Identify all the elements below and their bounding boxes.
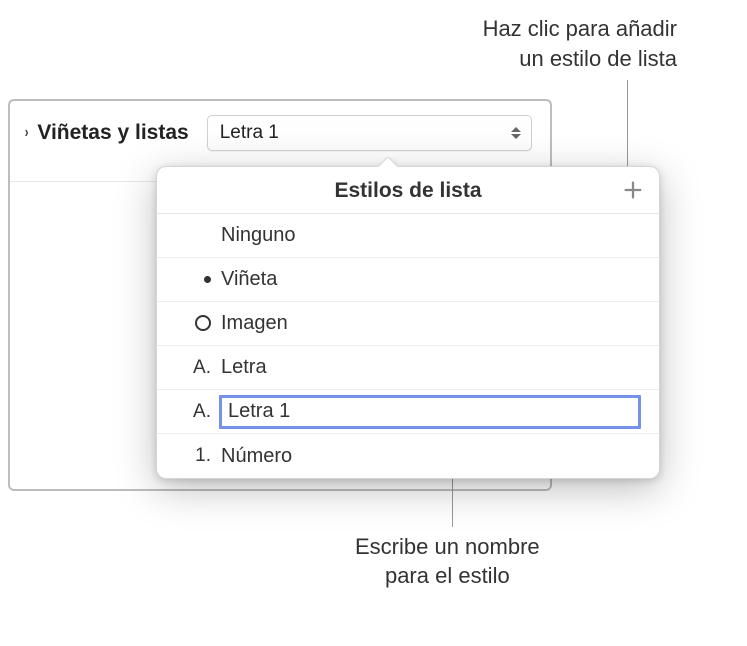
plus-icon	[622, 179, 644, 201]
add-style-button[interactable]	[621, 178, 645, 202]
list-item-label: Ninguno	[221, 224, 641, 247]
list-marker-letter: A.	[175, 357, 211, 379]
section-title: Viñetas y listas	[37, 121, 188, 145]
annotation-text-line1: Haz clic para añadir	[483, 16, 677, 41]
dropdown-chevrons-icon	[511, 127, 521, 139]
annotation-add-style: Haz clic para añadir un estilo de lista	[483, 14, 677, 73]
list-item[interactable]: 1. Número	[157, 434, 659, 478]
list-item[interactable]: Viñeta	[157, 258, 659, 302]
style-name-input[interactable]	[219, 395, 641, 429]
list-style-dropdown[interactable]: Letra 1	[207, 115, 532, 151]
list-styles-popover: Estilos de lista Ninguno Viñeta Imagen A…	[156, 166, 660, 479]
annotation-text-line2: un estilo de lista	[519, 46, 677, 71]
list-item-label: Número	[221, 445, 641, 468]
list-marker-bullet	[175, 269, 211, 291]
list-item-label: Letra	[221, 356, 641, 379]
list-item-label: Viñeta	[221, 268, 641, 291]
list-item-label: Imagen	[221, 312, 641, 335]
annotation-type-name: Escribe un nombre para el estilo	[355, 532, 540, 591]
dropdown-selected-value: Letra 1	[220, 122, 279, 144]
list-marker-number: 1.	[175, 445, 211, 467]
popover-header: Estilos de lista	[157, 167, 659, 214]
popover-arrow	[377, 157, 397, 167]
list-marker-image	[175, 313, 211, 335]
disclosure-chevron-icon[interactable]: ›	[25, 124, 29, 142]
list-item[interactable]: Ninguno	[157, 214, 659, 258]
popover-title: Estilos de lista	[334, 179, 481, 203]
section-header: › Viñetas y listas Letra 1	[10, 101, 550, 165]
annotation-text-line1: Escribe un nombre	[355, 534, 540, 559]
style-list: Ninguno Viñeta Imagen A. Letra A. 1. Núm…	[157, 214, 659, 478]
list-marker-letter: A.	[175, 401, 211, 423]
list-item[interactable]: Imagen	[157, 302, 659, 346]
list-item[interactable]: A. Letra	[157, 346, 659, 390]
annotation-text-line2: para el estilo	[385, 563, 510, 588]
list-item-editing[interactable]: A.	[157, 390, 659, 434]
